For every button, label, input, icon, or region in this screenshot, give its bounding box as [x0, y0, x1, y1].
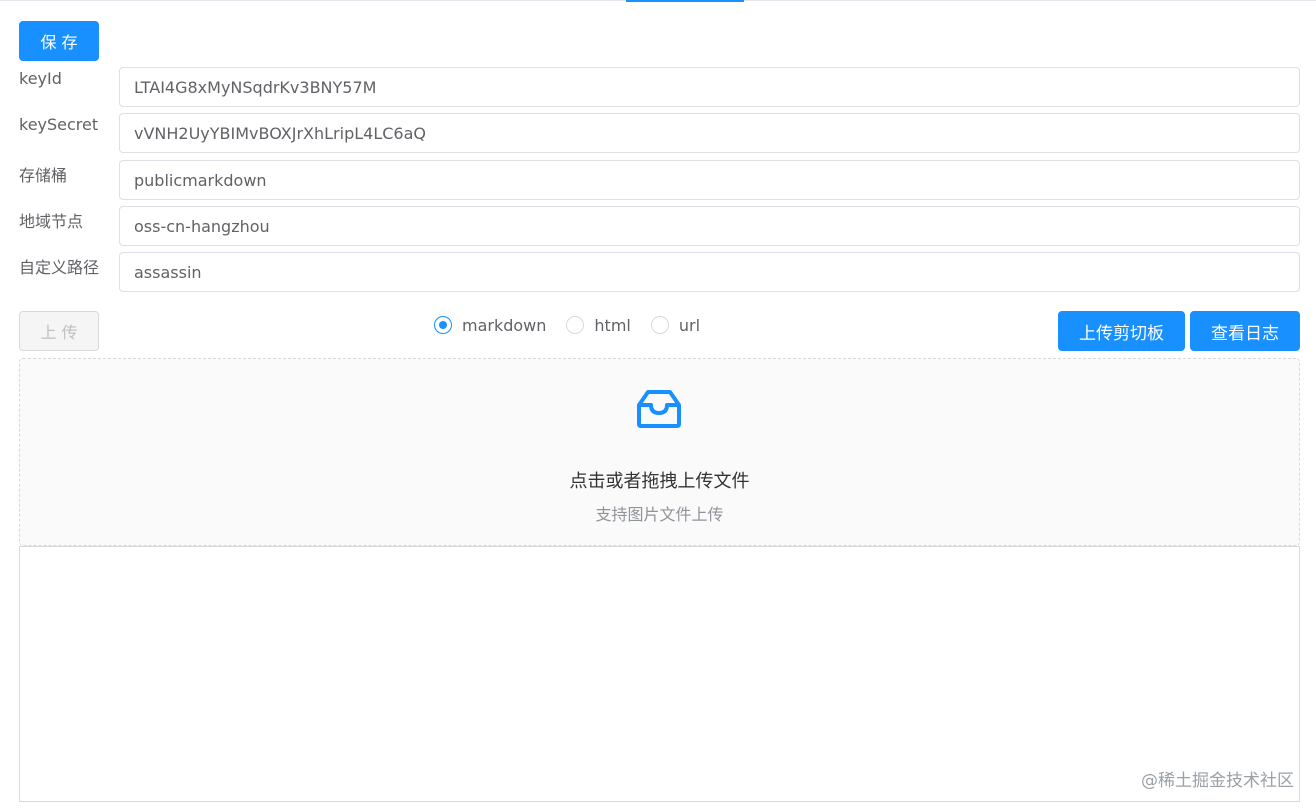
- view-log-button[interactable]: 查看日志: [1190, 311, 1300, 351]
- key-id-input[interactable]: [119, 67, 1300, 107]
- format-radio-group: markdown html url: [434, 313, 720, 337]
- upload-clipboard-button[interactable]: 上传剪切板: [1058, 311, 1185, 351]
- region-input[interactable]: [119, 206, 1300, 246]
- field-row-bucket: 存储桶: [0, 160, 1316, 200]
- radio-url-label: url: [678, 315, 701, 335]
- upload-dropzone[interactable]: 点击或者拖拽上传文件 支持图片文件上传: [19, 358, 1300, 546]
- save-button[interactable]: 保 存: [19, 21, 99, 61]
- field-row-region: 地域节点: [0, 206, 1316, 246]
- output-textarea[interactable]: [19, 546, 1300, 802]
- inbox-icon: [637, 390, 681, 428]
- watermark-text: @稀土掘金技术社区: [1141, 771, 1294, 791]
- key-secret-label: keySecret: [19, 115, 99, 134]
- radio-html-circle[interactable]: [566, 316, 585, 334]
- active-tab-indicator: [626, 0, 744, 2]
- radio-url[interactable]: url: [650, 315, 701, 335]
- radio-markdown-circle[interactable]: [434, 316, 452, 334]
- key-id-label: keyId: [19, 69, 62, 88]
- bucket-label: 存储桶: [19, 166, 68, 185]
- dropzone-main-text: 点击或者拖拽上传文件: [569, 471, 750, 492]
- key-secret-input[interactable]: [119, 113, 1300, 153]
- region-label: 地域节点: [19, 212, 84, 231]
- custom-path-label: 自定义路径: [19, 258, 100, 277]
- upload-button[interactable]: 上 传: [19, 311, 99, 351]
- field-row-key-secret: keySecret: [0, 113, 1316, 153]
- radio-markdown[interactable]: markdown: [434, 316, 546, 335]
- custom-path-input[interactable]: [119, 252, 1300, 292]
- radio-url-circle[interactable]: [650, 316, 669, 334]
- bucket-input[interactable]: [119, 160, 1300, 200]
- field-row-key-id: keyId: [0, 67, 1316, 107]
- radio-markdown-label: markdown: [462, 315, 547, 335]
- radio-html-label: html: [594, 315, 631, 335]
- dropzone-sub-text: 支持图片文件上传: [595, 505, 724, 524]
- field-row-custom-path: 自定义路径: [0, 252, 1316, 292]
- radio-html[interactable]: html: [566, 315, 631, 335]
